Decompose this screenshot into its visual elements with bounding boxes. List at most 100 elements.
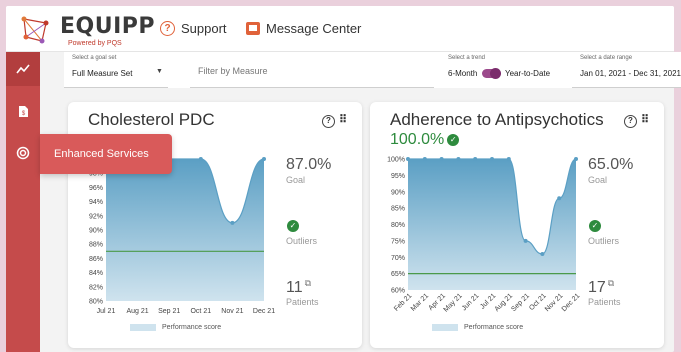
- trend-option-right: Year-to-Date: [505, 69, 551, 78]
- card-tools: ? ⠿: [322, 112, 347, 128]
- trend-option-left: 6-Month: [448, 69, 478, 78]
- x-tick-label: Nov 21: [221, 308, 243, 315]
- card-tools: ? ⠿: [624, 112, 649, 128]
- drag-handle-icon[interactable]: ⠿: [339, 113, 347, 126]
- card-title: Cholesterol PDC: [88, 110, 215, 129]
- date-range-select[interactable]: Select a date range Jan 01, 2021 - Dec 3…: [572, 52, 681, 88]
- message-center-link[interactable]: Message Center: [246, 21, 361, 36]
- data-point: [540, 251, 545, 256]
- x-tick-label: Jun 21: [461, 292, 481, 312]
- sidebar: $: [6, 52, 40, 352]
- external-link-icon[interactable]: ⧉: [305, 278, 311, 288]
- y-tick-label: 60%: [391, 288, 405, 295]
- filter-bar: Select a goal set Full Measure Set ▼ Fil…: [64, 52, 681, 88]
- legend-label: Performance score: [464, 324, 524, 331]
- x-tick-label: May 21: [443, 292, 464, 313]
- data-point: [230, 220, 235, 225]
- logo-subtext: Powered by PQS: [68, 40, 122, 47]
- data-point: [198, 157, 203, 161]
- chart-legend: Performance score: [130, 324, 221, 331]
- cholesterol-chart: 80%82%84%86%88%90%92%94%96%98%Jul 21 Aug …: [89, 157, 275, 315]
- help-icon[interactable]: ?: [624, 115, 637, 128]
- goal-label: Goal: [588, 175, 608, 185]
- help-circle-icon: ?: [160, 21, 175, 36]
- logo[interactable]: EQUIPP Powered by PQS: [18, 11, 156, 49]
- patients-count: 11: [286, 279, 303, 296]
- sidebar-item-documents[interactable]: $: [6, 94, 40, 128]
- x-tick-label: Dec 21: [253, 308, 275, 315]
- support-link[interactable]: ? Support: [160, 21, 227, 36]
- services-icon: [16, 146, 30, 160]
- y-tick-label: 80%: [391, 222, 405, 229]
- check-circle-icon: ✓: [287, 220, 299, 232]
- trend-toggle[interactable]: [482, 68, 501, 79]
- y-tick-label: 84%: [89, 270, 103, 277]
- y-tick-label: 90%: [89, 228, 103, 235]
- drag-handle-icon[interactable]: ⠿: [641, 113, 649, 126]
- data-point: [506, 157, 511, 161]
- data-point: [490, 157, 494, 161]
- data-point: [262, 157, 266, 161]
- data-point: [574, 157, 578, 161]
- sidebar-item-services[interactable]: [6, 136, 40, 170]
- y-tick-label: 70%: [391, 255, 405, 262]
- y-tick-label: 65%: [391, 271, 405, 278]
- top-bar: EQUIPP Powered by PQS ? Support Message …: [6, 6, 674, 52]
- performance-area: [106, 159, 264, 301]
- x-tick-label: Sep 21: [158, 308, 180, 315]
- trend-label: Select a trend: [448, 55, 486, 61]
- x-tick-label: Jul 21: [97, 308, 116, 315]
- legend-swatch: [130, 324, 156, 331]
- patients-label: Patients: [286, 297, 319, 307]
- data-point: [557, 196, 562, 201]
- data-point: [473, 157, 478, 161]
- y-tick-label: 94%: [89, 199, 103, 206]
- y-tick-label: 92%: [89, 213, 103, 220]
- logo-text: EQUIPP: [60, 14, 156, 39]
- y-tick-label: 88%: [89, 242, 103, 249]
- document-icon: $: [18, 105, 28, 117]
- y-tick-label: 95%: [391, 173, 405, 180]
- goal-value: 87.0%: [286, 156, 332, 173]
- legend-label: Performance score: [162, 324, 222, 331]
- chart-legend: Performance score: [432, 324, 523, 331]
- help-icon[interactable]: ?: [322, 115, 335, 128]
- data-point: [439, 157, 444, 161]
- legend-swatch: [432, 324, 458, 331]
- data-point: [456, 157, 461, 161]
- patients-count: 17: [588, 279, 606, 296]
- goal-set-value: Full Measure Set: [72, 69, 133, 78]
- x-tick-label: Aug 21: [127, 308, 149, 315]
- y-tick-label: 90%: [391, 189, 405, 196]
- measure-filter-placeholder: Filter by Measure: [198, 66, 268, 76]
- external-link-icon[interactable]: ⧉: [608, 278, 614, 288]
- logo-mark-icon: [21, 16, 49, 44]
- message-icon: [246, 22, 260, 35]
- card-title: Adherence to Antipsychotics: [390, 110, 604, 129]
- message-center-label: Message Center: [266, 21, 362, 36]
- sidebar-item-trends[interactable]: [6, 52, 40, 86]
- y-tick-label: 82%: [89, 284, 103, 291]
- date-range-label: Select a date range: [580, 55, 633, 61]
- measure-filter-input[interactable]: Filter by Measure: [190, 52, 434, 88]
- score-value: 100.0%: [390, 131, 445, 148]
- check-circle-icon: ✓: [589, 220, 601, 232]
- trend-icon: [16, 64, 30, 74]
- score-row: 100.0% ✓: [390, 131, 460, 149]
- data-point: [406, 157, 410, 161]
- data-point: [523, 238, 528, 243]
- goal-set-select[interactable]: Select a goal set Full Measure Set ▼: [64, 52, 168, 88]
- support-label: Support: [181, 21, 227, 36]
- y-tick-label: 86%: [89, 256, 103, 263]
- x-tick-label: Mar 21: [410, 292, 430, 312]
- enhanced-services-flyout[interactable]: Enhanced Services: [40, 134, 172, 174]
- measure-card-antipsychotics: Adherence to Antipsychotics 100.0% ✓ ? ⠿ 6…: [370, 102, 664, 348]
- x-tick-label: Oct 21: [190, 308, 211, 315]
- goal-label: Goal: [286, 175, 306, 185]
- y-tick-label: 96%: [89, 185, 103, 192]
- outliers-label: Outliers: [588, 236, 620, 246]
- patients-count-row: 11 ⧉: [286, 278, 311, 297]
- y-tick-label: 100%: [387, 157, 405, 164]
- goal-set-label: Select a goal set: [72, 55, 117, 61]
- y-tick-label: 80%: [89, 299, 103, 306]
